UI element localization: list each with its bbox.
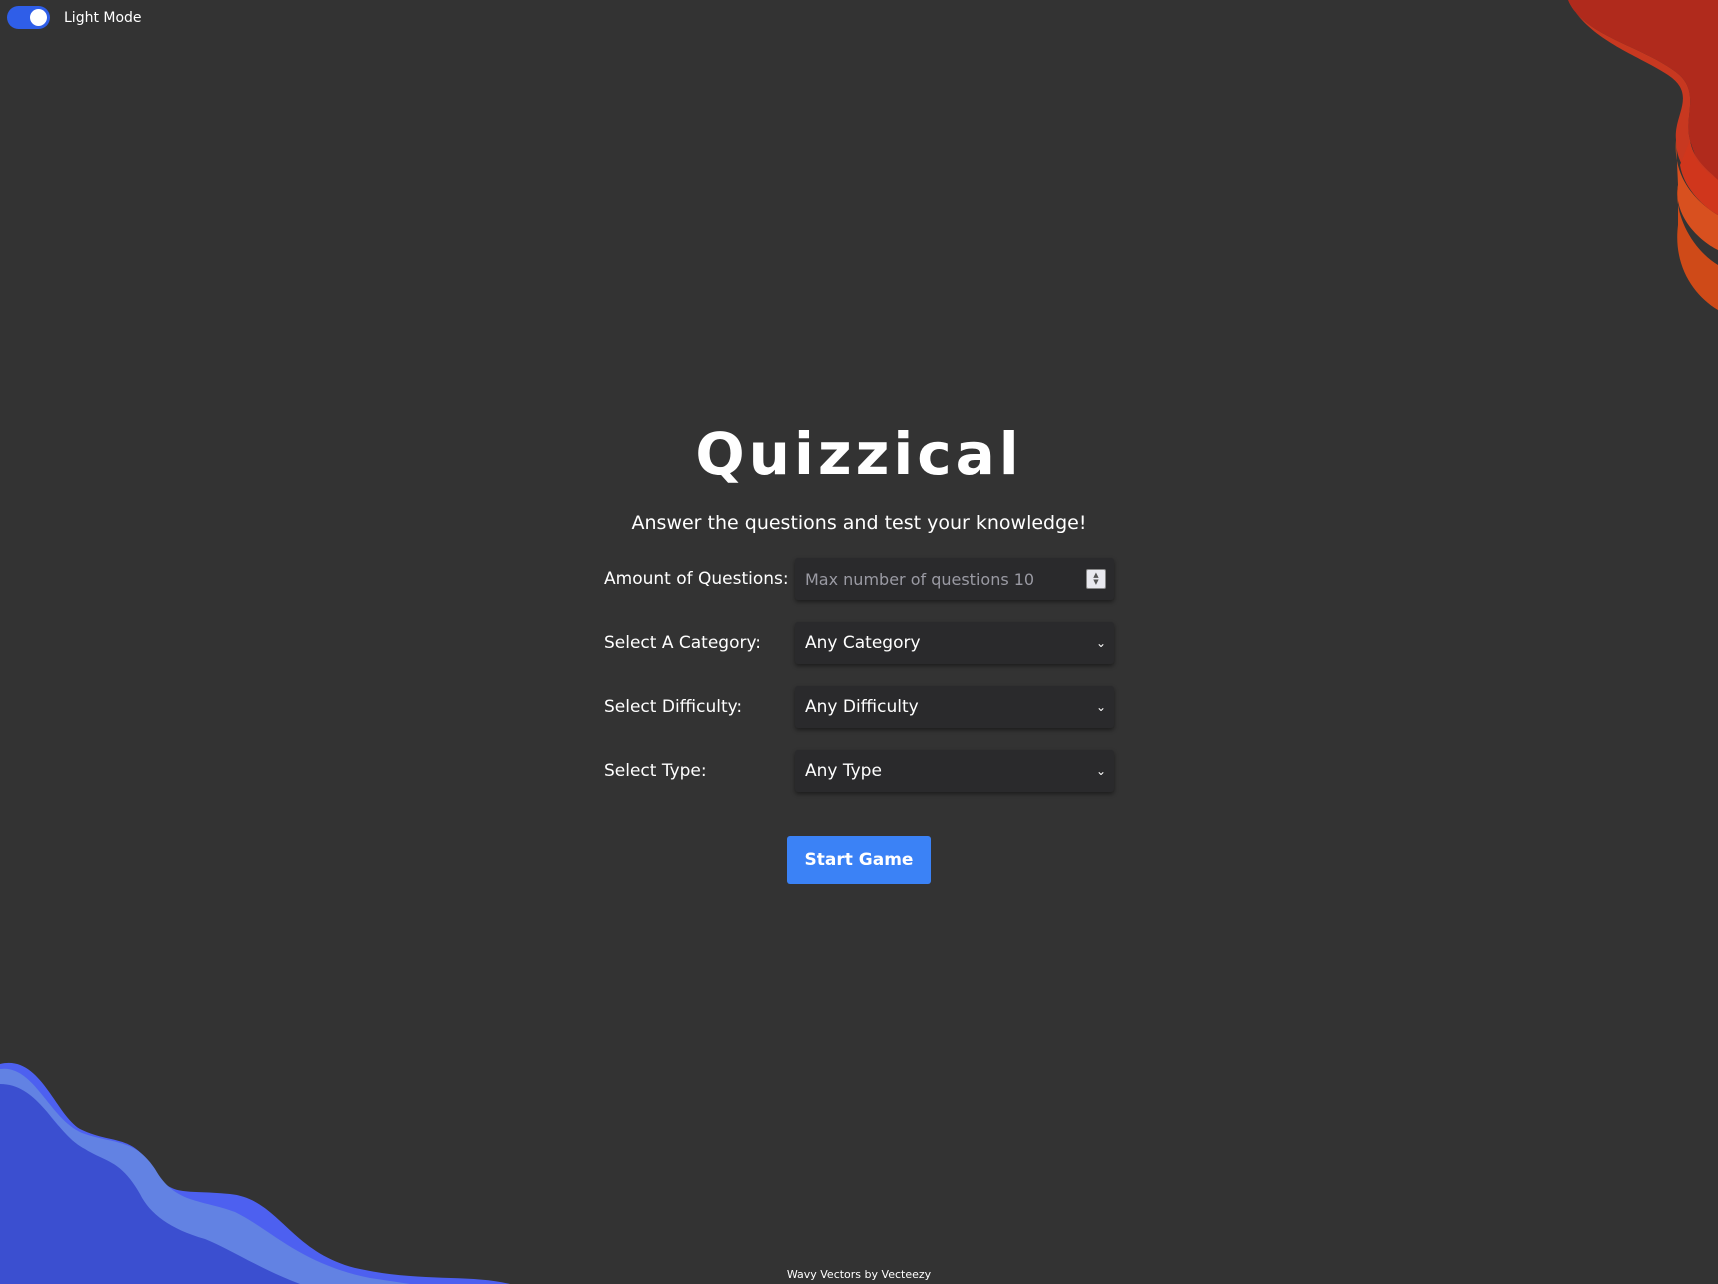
chevron-down-icon: ⌄ [1095,636,1106,650]
footer-credit: Wavy Vectors by Vecteezy [786,1268,932,1281]
category-select[interactable]: Any Category ⌄ [795,622,1114,664]
chevron-down-icon: ⌄ [1095,764,1106,778]
page-subtitle: Answer the questions and test your knowl… [631,512,1087,534]
difficulty-selected-value: Any Difficulty [805,697,919,717]
category-row: Select A Category: Any Category ⌄ [604,622,1114,664]
difficulty-select[interactable]: Any Difficulty ⌄ [795,686,1114,728]
start-button-wrap: Start Game [604,836,1114,884]
main-content: Quizzical Answer the questions and test … [0,0,1718,884]
category-selected-value: Any Category [805,633,921,653]
type-selected-value: Any Type [805,761,882,781]
difficulty-row: Select Difficulty: Any Difficulty ⌄ [604,686,1114,728]
category-label: Select A Category: [604,633,762,653]
page-title: Quizzical [695,420,1023,488]
start-game-button[interactable]: Start Game [787,836,931,884]
type-label: Select Type: [604,761,707,781]
spinner-icon[interactable]: ▲ ▼ [1086,569,1106,589]
chevron-down-icon: ⌄ [1095,700,1106,714]
type-select[interactable]: Any Type ⌄ [795,750,1114,792]
amount-label: Amount of Questions: [604,569,789,589]
type-row: Select Type: Any Type ⌄ [604,750,1114,792]
spinner-down-icon[interactable]: ▼ [1093,579,1098,586]
amount-field: ▲ ▼ [795,558,1114,600]
wave-decoration-bottom-left [0,1062,510,1284]
quiz-start-page: Light Mode Quizzical Answer the question… [0,0,1718,1284]
amount-input[interactable] [805,569,1075,589]
quiz-settings-form: Amount of Questions: ▲ ▼ Select A Catego… [604,558,1114,884]
difficulty-label: Select Difficulty: [604,697,743,717]
amount-row: Amount of Questions: ▲ ▼ [604,558,1114,600]
